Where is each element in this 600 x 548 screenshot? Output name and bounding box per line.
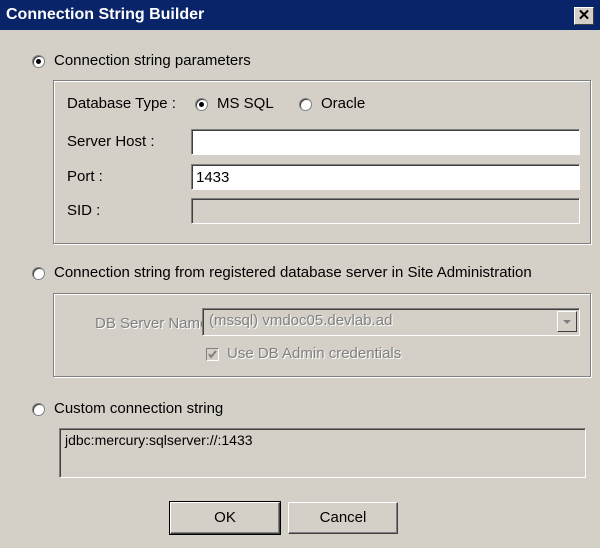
database-type-label: Database Type : (67, 95, 176, 112)
cancel-button[interactable]: Cancel (288, 502, 398, 534)
radio-custom-connection-circle[interactable] (32, 403, 45, 416)
close-icon: ✕ (577, 7, 591, 24)
radio-registered-server-label: Connection string from registered databa… (54, 264, 532, 281)
registered-group: DB Server Name : (mssql) vmdoc05.devlab.… (53, 293, 591, 377)
radio-registered-server-circle[interactable] (32, 267, 45, 280)
ok-button[interactable]: OK (169, 501, 281, 535)
chevron-down-icon (563, 320, 571, 324)
db-server-name-label: DB Server Name : (95, 315, 217, 332)
use-admin-label: Use DB Admin credentials (227, 345, 402, 362)
connection-string-builder-dialog: Connection String Builder ✕ Connection s… (0, 0, 600, 548)
radio-custom-connection-label: Custom connection string (54, 400, 224, 417)
custom-connection-textarea[interactable]: jdbc:mercury:sqlserver://:1433 (59, 428, 586, 478)
port-label: Port : (67, 168, 103, 185)
dropdown-button[interactable] (557, 311, 577, 332)
radio-ms-sql-circle[interactable] (195, 98, 208, 111)
use-admin-checkbox[interactable] (206, 348, 219, 361)
radio-connection-params-label: Connection string parameters (54, 52, 251, 69)
db-server-name-select[interactable]: (mssql) vmdoc05.devlab.ad (202, 308, 580, 336)
checkmark-icon (208, 350, 217, 359)
db-server-name-value: (mssql) vmdoc05.devlab.ad (209, 312, 393, 329)
radio-connection-params-circle[interactable] (32, 55, 45, 68)
radio-ms-sql-label: MS SQL (217, 95, 274, 112)
title-bar[interactable]: Connection String Builder ✕ (0, 0, 600, 30)
port-input[interactable] (191, 164, 580, 190)
window-title: Connection String Builder (6, 6, 205, 23)
sid-label: SID : (67, 202, 101, 219)
server-host-label: Server Host : (67, 133, 155, 150)
radio-oracle-circle[interactable] (299, 98, 312, 111)
close-button[interactable]: ✕ (574, 7, 594, 25)
server-host-input[interactable] (191, 129, 580, 155)
sid-input[interactable] (191, 198, 580, 224)
params-group: Database Type : MS SQL Oracle Server Hos… (53, 80, 591, 244)
radio-oracle-label: Oracle (321, 95, 366, 112)
